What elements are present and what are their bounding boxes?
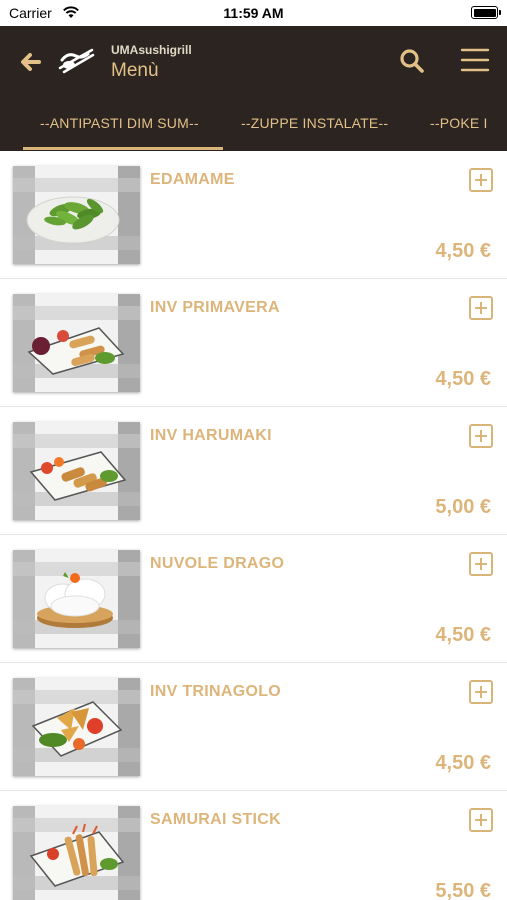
item-name: INV TRINAGOLO: [150, 683, 282, 700]
add-to-cart-button[interactable]: [469, 808, 493, 832]
search-icon[interactable]: [398, 47, 426, 75]
tab-poke[interactable]: --POKE I: [430, 115, 488, 131]
add-to-cart-button[interactable]: [469, 680, 493, 704]
clock: 11:59 AM: [223, 5, 284, 21]
menu-item-nuvole-drago[interactable]: NUVOLE DRAGO 4,50 €: [0, 535, 507, 663]
item-price: 4,50 €: [435, 368, 491, 390]
menu-item-inv-harumaki[interactable]: INV HARUMAKI 5,00 €: [0, 407, 507, 535]
menu-item-edamame[interactable]: EDAMAME 4,50 €: [0, 151, 507, 279]
menu-list: EDAMAME 4,50 € INV PRIMAVERA 4,50 € INV …: [0, 151, 507, 900]
battery-icon: [471, 6, 501, 19]
add-to-cart-button[interactable]: [469, 168, 493, 192]
item-name: INV PRIMAVERA: [150, 299, 280, 316]
selected-tab-indicator: [23, 147, 223, 150]
dish-photo: [13, 550, 140, 648]
menu-item-samurai-stick[interactable]: SAMURAI STICK 5,50 €: [0, 791, 507, 900]
category-tabs: --ANTIPASTI DIM SUM-- --ZUPPE INSTALATE-…: [0, 106, 507, 151]
app-header: UMAsushigrill Menù --ANTIPASTI DIM SUM--…: [0, 26, 507, 151]
menu-item-inv-trinagolo[interactable]: INV TRINAGOLO 4,50 €: [0, 663, 507, 791]
tab-zuppe-instalate[interactable]: --ZUPPE INSTALATE--: [241, 115, 388, 131]
status-bar: Carrier 11:59 AM: [0, 0, 507, 26]
item-name: EDAMAME: [150, 171, 235, 188]
item-price: 5,00 €: [435, 496, 491, 518]
item-name: SAMURAI STICK: [150, 811, 282, 828]
item-price: 5,50 €: [435, 880, 491, 900]
item-price: 4,50 €: [435, 240, 491, 262]
dish-photo: [13, 678, 140, 776]
dish-photo: [13, 166, 140, 264]
tab-antipasti-dim-sum[interactable]: --ANTIPASTI DIM SUM--: [40, 115, 199, 131]
back-arrow-icon[interactable]: [16, 47, 46, 77]
add-to-cart-button[interactable]: [469, 296, 493, 320]
item-name: INV HARUMAKI: [150, 427, 272, 444]
hamburger-menu-icon[interactable]: [460, 47, 490, 73]
item-name: NUVOLE DRAGO: [150, 555, 285, 572]
menu-item-inv-primavera[interactable]: INV PRIMAVERA 4,50 €: [0, 279, 507, 407]
dish-photo: [13, 294, 140, 392]
item-price: 4,50 €: [435, 624, 491, 646]
page-title: Menù: [111, 60, 159, 81]
add-to-cart-button[interactable]: [469, 424, 493, 448]
chopsticks-logo: [58, 48, 95, 74]
add-to-cart-button[interactable]: [469, 552, 493, 576]
dish-photo: [13, 422, 140, 520]
item-price: 4,50 €: [435, 752, 491, 774]
restaurant-name: UMAsushigrill: [111, 43, 192, 57]
dish-photo: [13, 806, 140, 900]
